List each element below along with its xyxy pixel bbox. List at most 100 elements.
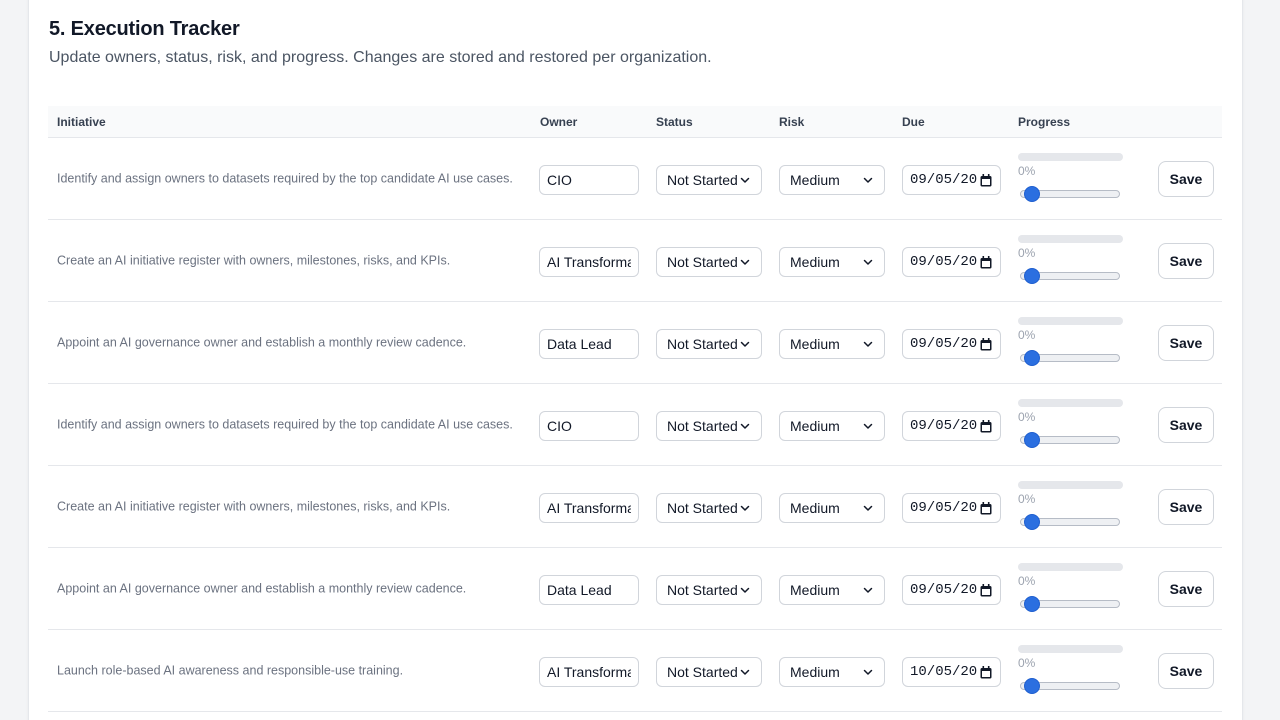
calendar-icon[interactable] <box>980 666 992 679</box>
chevron-down-icon <box>740 259 750 265</box>
chevron-down-icon <box>863 177 873 183</box>
initiative-text: Appoint an AI governance owner and estab… <box>57 581 467 595</box>
progress-slider[interactable] <box>1020 186 1120 202</box>
save-button[interactable]: Save <box>1158 407 1214 443</box>
initiative-text: Identify and assign owners to datasets r… <box>57 417 513 431</box>
table-row: Create an AI initiative register with ow… <box>48 220 1222 302</box>
progress-bar <box>1018 235 1123 243</box>
status-select[interactable]: Not Started <box>656 411 762 441</box>
chevron-down-icon <box>740 341 750 347</box>
execution-table: Initiative Owner Status Risk Due Progres… <box>48 106 1222 712</box>
progress-label: 0% <box>1018 164 1036 178</box>
slider-thumb[interactable] <box>1024 186 1040 202</box>
table-row: Identify and assign owners to datasets r… <box>48 384 1222 466</box>
calendar-icon[interactable] <box>980 420 992 433</box>
slider-thumb[interactable] <box>1024 678 1040 694</box>
status-select[interactable]: Not Started <box>656 493 762 523</box>
owner-input[interactable] <box>539 247 639 277</box>
chevron-down-icon <box>863 669 873 675</box>
due-date-value: 09/05/20 <box>910 172 978 188</box>
risk-value: Medium <box>790 418 840 434</box>
progress-slider[interactable] <box>1020 350 1120 366</box>
chevron-down-icon <box>740 587 750 593</box>
initiative-text: Create an AI initiative register with ow… <box>57 499 451 513</box>
slider-thumb[interactable] <box>1024 514 1040 530</box>
due-date-input[interactable]: 09/05/20 <box>902 411 1001 441</box>
owner-input[interactable] <box>539 411 639 441</box>
progress-bar <box>1018 481 1123 489</box>
owner-input[interactable] <box>539 575 639 605</box>
status-select[interactable]: Not Started <box>656 657 762 687</box>
due-date-input[interactable]: 09/05/20 <box>902 165 1001 195</box>
risk-value: Medium <box>790 172 840 188</box>
chevron-down-icon <box>740 423 750 429</box>
due-date-value: 09/05/20 <box>910 336 978 352</box>
initiative-text: Appoint an AI governance owner and estab… <box>57 335 467 349</box>
risk-value: Medium <box>790 254 840 270</box>
save-button[interactable]: Save <box>1158 653 1214 689</box>
initiative-text: Launch role-based AI awareness and respo… <box>57 663 404 677</box>
progress-bar <box>1018 153 1123 161</box>
status-select[interactable]: Not Started <box>656 575 762 605</box>
risk-select[interactable]: Medium <box>779 493 885 523</box>
table-header: Initiative Owner Status Risk Due Progres… <box>48 106 1222 138</box>
status-value: Not Started <box>667 254 738 270</box>
progress-slider[interactable] <box>1020 514 1120 530</box>
column-header-due: Due <box>902 115 925 129</box>
table-body: Identify and assign owners to datasets r… <box>48 138 1222 712</box>
due-date-input[interactable]: 09/05/20 <box>902 329 1001 359</box>
status-value: Not Started <box>667 172 738 188</box>
status-value: Not Started <box>667 500 738 516</box>
slider-thumb[interactable] <box>1024 432 1040 448</box>
progress-slider[interactable] <box>1020 678 1120 694</box>
risk-value: Medium <box>790 582 840 598</box>
calendar-icon[interactable] <box>980 174 992 187</box>
status-value: Not Started <box>667 336 738 352</box>
due-date-input[interactable]: 10/05/20 <box>902 657 1001 687</box>
calendar-icon[interactable] <box>980 584 992 597</box>
save-button[interactable]: Save <box>1158 243 1214 279</box>
due-date-value: 09/05/20 <box>910 418 978 434</box>
status-select[interactable]: Not Started <box>656 247 762 277</box>
save-button[interactable]: Save <box>1158 161 1214 197</box>
save-button[interactable]: Save <box>1158 489 1214 525</box>
risk-value: Medium <box>790 336 840 352</box>
progress-bar <box>1018 317 1123 325</box>
table-row: Appoint an AI governance owner and estab… <box>48 302 1222 384</box>
progress-label: 0% <box>1018 246 1036 260</box>
owner-input[interactable] <box>539 657 639 687</box>
due-date-value: 09/05/20 <box>910 254 978 270</box>
progress-slider[interactable] <box>1020 268 1120 284</box>
risk-select[interactable]: Medium <box>779 575 885 605</box>
risk-select[interactable]: Medium <box>779 247 885 277</box>
save-button[interactable]: Save <box>1158 325 1214 361</box>
progress-bar <box>1018 645 1123 653</box>
slider-thumb[interactable] <box>1024 350 1040 366</box>
due-date-input[interactable]: 09/05/20 <box>902 575 1001 605</box>
risk-select[interactable]: Medium <box>779 165 885 195</box>
slider-thumb[interactable] <box>1024 596 1040 612</box>
chevron-down-icon <box>740 177 750 183</box>
slider-thumb[interactable] <box>1024 268 1040 284</box>
save-button[interactable]: Save <box>1158 571 1214 607</box>
progress-slider[interactable] <box>1020 596 1120 612</box>
progress-label: 0% <box>1018 328 1036 342</box>
owner-input[interactable] <box>539 493 639 523</box>
owner-input[interactable] <box>539 165 639 195</box>
column-header-status: Status <box>656 115 693 129</box>
calendar-icon[interactable] <box>980 256 992 269</box>
due-date-input[interactable]: 09/05/20 <box>902 247 1001 277</box>
risk-select[interactable]: Medium <box>779 657 885 687</box>
calendar-icon[interactable] <box>980 338 992 351</box>
risk-select[interactable]: Medium <box>779 329 885 359</box>
column-header-initiative: Initiative <box>57 115 106 129</box>
calendar-icon[interactable] <box>980 502 992 515</box>
chevron-down-icon <box>863 587 873 593</box>
progress-label: 0% <box>1018 574 1036 588</box>
risk-select[interactable]: Medium <box>779 411 885 441</box>
owner-input[interactable] <box>539 329 639 359</box>
due-date-input[interactable]: 09/05/20 <box>902 493 1001 523</box>
status-select[interactable]: Not Started <box>656 329 762 359</box>
progress-slider[interactable] <box>1020 432 1120 448</box>
status-select[interactable]: Not Started <box>656 165 762 195</box>
